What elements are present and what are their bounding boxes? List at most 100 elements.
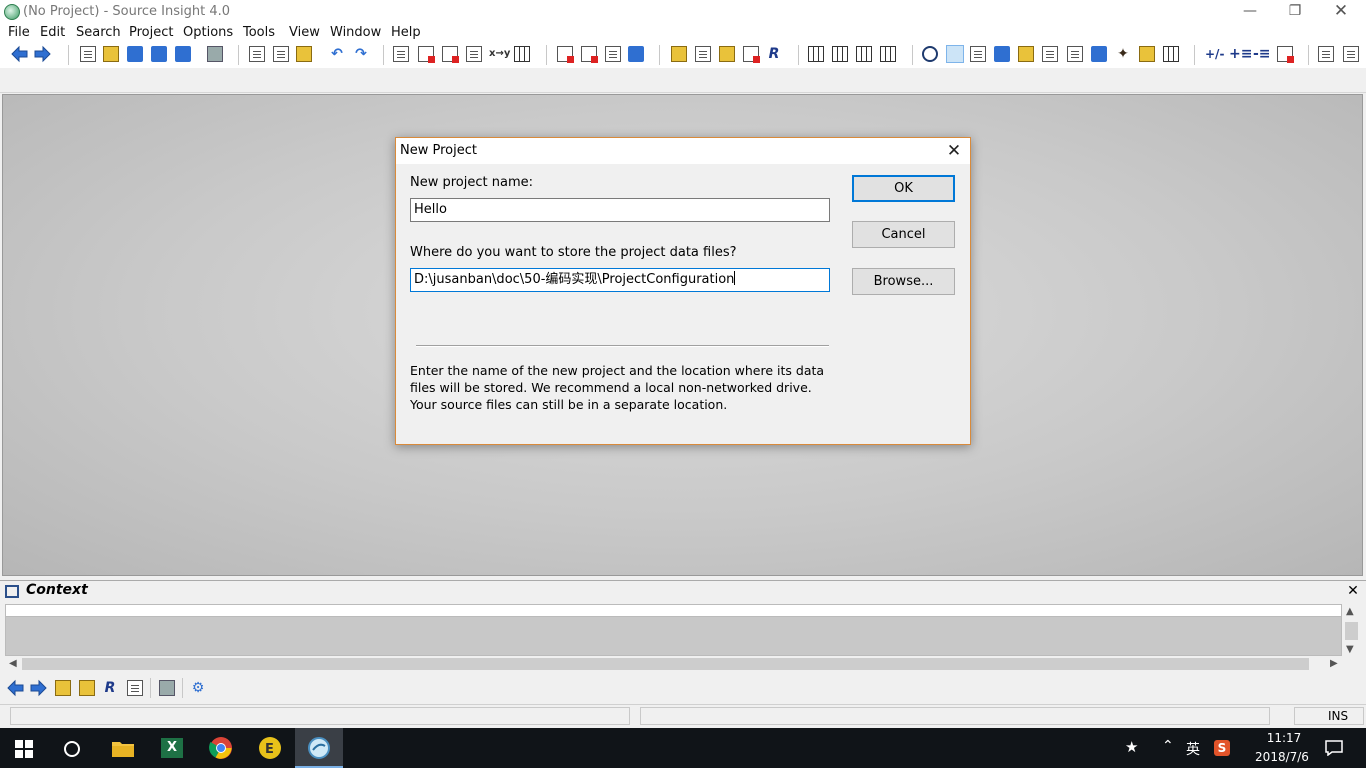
layers-icon[interactable] (1091, 46, 1107, 62)
jump-to-definition-icon[interactable] (743, 46, 760, 63)
bookmark-star-icon[interactable] (628, 46, 644, 62)
action-center-icon[interactable] (1325, 740, 1343, 756)
font-b-icon[interactable] (1343, 46, 1359, 62)
context-panel-title: Context (26, 582, 88, 598)
jump-icon[interactable] (605, 46, 621, 62)
add-remove-icon[interactable]: +/- (1205, 46, 1224, 62)
tile-vertical-icon[interactable] (832, 46, 848, 62)
tile-horizontal-icon[interactable] (808, 46, 824, 62)
context-forward-icon[interactable] (30, 679, 48, 697)
chrome-icon[interactable] (209, 736, 233, 760)
menu-tools[interactable]: Tools (243, 24, 275, 42)
close-file-icon[interactable] (1277, 46, 1294, 63)
split-window-icon[interactable] (856, 46, 872, 62)
font-a-icon[interactable] (1318, 46, 1334, 62)
file-explorer-icon[interactable] (111, 738, 135, 758)
menu-window[interactable]: Window (330, 24, 381, 42)
menu-options[interactable]: Options (183, 24, 233, 42)
menu-file[interactable]: File (8, 24, 30, 42)
vertical-scroll-thumb[interactable] (1345, 622, 1358, 640)
print-icon[interactable] (207, 46, 223, 62)
undo-icon[interactable]: ↶ (329, 46, 345, 62)
file-list-icon[interactable] (1163, 46, 1179, 62)
help-window-icon[interactable] (1042, 46, 1058, 62)
bird-icon[interactable]: ✦ (1115, 46, 1131, 62)
context-browse-icon[interactable] (55, 680, 71, 696)
relation-window-icon[interactable] (970, 46, 986, 62)
bookmark-next-icon[interactable] (581, 46, 598, 63)
search-cortana-icon[interactable] (62, 739, 82, 759)
lock-icon[interactable] (159, 680, 175, 696)
scroll-right-icon[interactable]: ▶ (1330, 658, 1338, 670)
cascade-icon[interactable] (880, 46, 896, 62)
project-location-input[interactable]: D:\jusanban\doc\50-编码实现\ProjectConfigura… (410, 268, 830, 292)
copy-icon[interactable] (273, 46, 289, 62)
context-book-icon[interactable] (79, 680, 95, 696)
save-as-icon[interactable] (151, 46, 167, 62)
context-relation-icon[interactable] (127, 680, 143, 696)
cancel-button[interactable]: Cancel (852, 221, 955, 248)
menu-search[interactable]: Search (76, 24, 121, 42)
scroll-up-icon[interactable]: ▲ (1346, 606, 1354, 618)
project-window-icon[interactable] (922, 46, 938, 62)
menu-edit[interactable]: Edit (40, 24, 65, 42)
horizontal-scroll-thumb[interactable] (22, 658, 1309, 670)
taskbar-clock-date[interactable]: 2018/7/6 (1244, 750, 1320, 764)
close-window-button[interactable]: ✕ (1318, 0, 1364, 24)
search-project-icon[interactable] (466, 46, 482, 62)
bookmark-prev-icon[interactable] (557, 46, 574, 63)
symbol-window-icon[interactable] (994, 46, 1010, 62)
browse-symbols-icon[interactable] (671, 46, 687, 62)
scroll-down-icon[interactable]: ▼ (1346, 644, 1354, 656)
references-icon[interactable]: R (766, 46, 782, 62)
save-icon[interactable] (127, 46, 143, 62)
toolbar-separator (1194, 45, 1195, 65)
settings-gear-icon[interactable]: ⚙ (190, 680, 206, 696)
back-arrow-icon[interactable] (10, 45, 28, 63)
project-name-value: Hello (414, 202, 447, 217)
ultraedit-icon[interactable]: E (258, 736, 282, 760)
open-folder-icon[interactable] (103, 46, 119, 62)
search-results-icon[interactable] (1067, 46, 1083, 62)
show-hidden-icons-chevron-icon[interactable]: ⌃ (1162, 738, 1174, 754)
redo-icon[interactable]: ↷ (353, 46, 369, 62)
forward-arrow-icon[interactable] (34, 45, 52, 63)
search-up-icon[interactable] (418, 46, 435, 63)
menu-project[interactable]: Project (129, 24, 173, 42)
ok-button[interactable]: OK (852, 175, 955, 202)
search-file-icon[interactable] (393, 46, 409, 62)
input-method-indicator[interactable]: 英 (1186, 739, 1200, 759)
remove-line-icon[interactable]: -≡ (1253, 46, 1271, 62)
context-references-icon[interactable]: R (102, 680, 118, 696)
browse-button[interactable]: Browse... (852, 268, 955, 295)
people-icon[interactable]: ★ (1125, 738, 1138, 756)
windows-start-icon[interactable] (15, 740, 33, 758)
dialog-close-button[interactable]: ✕ (942, 140, 966, 162)
excel-icon[interactable]: X (161, 738, 183, 758)
source-insight-app-icon[interactable] (4, 4, 20, 20)
save-all-icon[interactable] (175, 46, 191, 62)
search-down-icon[interactable] (442, 46, 459, 63)
svg-text:E: E (265, 742, 274, 757)
paste-icon[interactable] (296, 46, 312, 62)
cut-icon[interactable] (249, 46, 265, 62)
context-panel-close-button[interactable]: ✕ (1344, 581, 1362, 601)
symbol-info-icon[interactable] (695, 46, 711, 62)
menu-help[interactable]: Help (391, 24, 421, 42)
book-icon[interactable] (719, 46, 735, 62)
menu-view[interactable]: View (289, 24, 320, 42)
overview-icon[interactable] (1139, 46, 1155, 62)
restore-button[interactable]: ❐ (1272, 0, 1318, 24)
context-back-icon[interactable] (6, 679, 24, 697)
minimize-button[interactable]: — (1227, 0, 1273, 24)
sogou-input-icon[interactable]: S (1214, 740, 1230, 756)
new-file-icon[interactable] (80, 46, 96, 62)
project-name-input[interactable]: Hello (410, 198, 830, 222)
replace-icon[interactable]: x→y (489, 46, 510, 62)
clip-window-icon[interactable] (1018, 46, 1034, 62)
scroll-left-icon[interactable]: ◀ (9, 658, 17, 670)
web-search-icon[interactable] (514, 46, 530, 62)
context-window-toggle-icon[interactable] (946, 45, 964, 63)
add-line-icon[interactable]: +≡ (1229, 46, 1252, 62)
taskbar-clock-time[interactable]: 11:17 (1254, 731, 1314, 745)
